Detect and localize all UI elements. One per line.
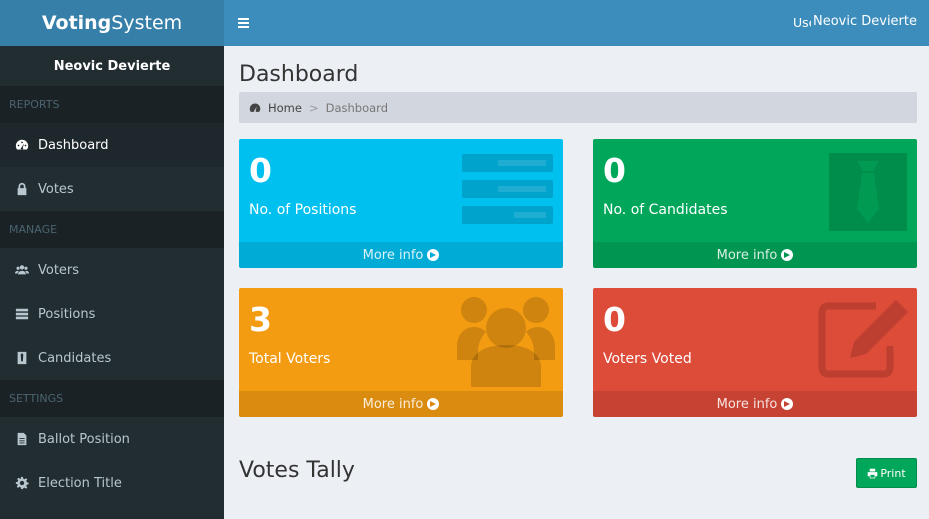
menu-toggle-icon[interactable] [238, 13, 252, 33]
sidebar-item-label: Votes [38, 181, 74, 197]
sidebar-header-settings: SETTINGS [0, 380, 224, 417]
sidebar-item-label: Candidates [38, 350, 112, 366]
arrow-circle-right-icon [427, 398, 440, 410]
top-navbar: User Neovic Devierte [224, 0, 929, 46]
candidate-icon [14, 350, 30, 366]
candidate-icon [829, 153, 907, 231]
sidebar: Neovic Devierte REPORTS Dashboard Votes … [0, 46, 224, 519]
voters-voted-label: Voters Voted [603, 351, 692, 367]
sidebar-item-voters[interactable]: Voters [0, 248, 224, 292]
navbar-user-label: User [793, 15, 811, 30]
sidebar-item-positions[interactable]: Positions [0, 292, 224, 336]
total-voters-count: 3 [249, 300, 272, 339]
navbar-user-name[interactable]: Neovic Devierte [813, 14, 917, 29]
dashboard-icon [14, 137, 30, 153]
candidates-more-info-link[interactable]: More info [593, 242, 917, 268]
breadcrumb-home[interactable]: Home [268, 101, 302, 115]
sidebar-header-manage: MANAGE [0, 211, 224, 248]
edit-icon [818, 300, 908, 378]
logo-text: System [111, 12, 183, 34]
sidebar-item-label: Dashboard [38, 137, 109, 153]
positions-stat-box: 0 No. of Positions More info [239, 139, 563, 268]
sidebar-item-label: Election Title [38, 475, 122, 491]
sidebar-item-label: Ballot Position [38, 431, 130, 447]
dashboard-icon [249, 103, 261, 112]
users-icon [457, 297, 555, 387]
sidebar-user-name: Neovic Devierte [0, 46, 224, 86]
page-title: Dashboard [239, 62, 359, 87]
arrow-circle-right-icon [781, 249, 794, 261]
breadcrumb-current: Dashboard [325, 100, 389, 115]
breadcrumb-separator: > [308, 100, 319, 115]
arrow-circle-right-icon [427, 249, 440, 261]
sidebar-item-candidates[interactable]: Candidates [0, 336, 224, 380]
sidebar-item-election-title[interactable]: Election Title [0, 461, 224, 505]
lock-icon [14, 181, 30, 197]
print-button-label: Print [880, 466, 906, 480]
total-voters-label: Total Voters [249, 351, 331, 367]
candidates-stat-box: 0 No. of Candidates More info [593, 139, 917, 268]
sidebar-header-reports: REPORTS [0, 86, 224, 123]
breadcrumb: Home > Dashboard [239, 92, 917, 123]
positions-more-info-link[interactable]: More info [239, 242, 563, 268]
gear-icon [14, 475, 30, 491]
voters-voted-stat-box: 0 Voters Voted More info [593, 288, 917, 417]
sidebar-item-dashboard[interactable]: Dashboard [0, 123, 224, 167]
users-icon [14, 262, 30, 278]
positions-count: 0 [249, 151, 272, 190]
tasks-icon [462, 154, 553, 224]
more-info-label: More info [716, 396, 778, 412]
positions-label: No. of Positions [249, 202, 357, 218]
total-voters-stat-box: 3 Total Voters More info [239, 288, 563, 417]
more-info-label: More info [362, 247, 424, 263]
sidebar-item-votes[interactable]: Votes [0, 167, 224, 211]
votes-tally-title: Votes Tally [239, 458, 355, 483]
candidates-label: No. of Candidates [603, 202, 728, 218]
file-icon [14, 431, 30, 447]
sidebar-item-label: Voters [38, 262, 80, 278]
app-logo[interactable]: Voting System [0, 0, 224, 46]
print-icon [868, 468, 878, 478]
voters-voted-count: 0 [603, 300, 626, 339]
tasks-icon [14, 306, 30, 322]
total-voters-more-info-link[interactable]: More info [239, 391, 563, 417]
sidebar-item-label: Positions [38, 306, 96, 322]
more-info-label: More info [716, 247, 778, 263]
logo-bold-text: Voting [41, 12, 112, 34]
sidebar-item-ballot-position[interactable]: Ballot Position [0, 417, 224, 461]
arrow-circle-right-icon [781, 398, 794, 410]
voters-voted-more-info-link[interactable]: More info [593, 391, 917, 417]
print-button[interactable]: Print [856, 458, 917, 488]
candidates-count: 0 [603, 151, 626, 190]
more-info-label: More info [362, 396, 424, 412]
